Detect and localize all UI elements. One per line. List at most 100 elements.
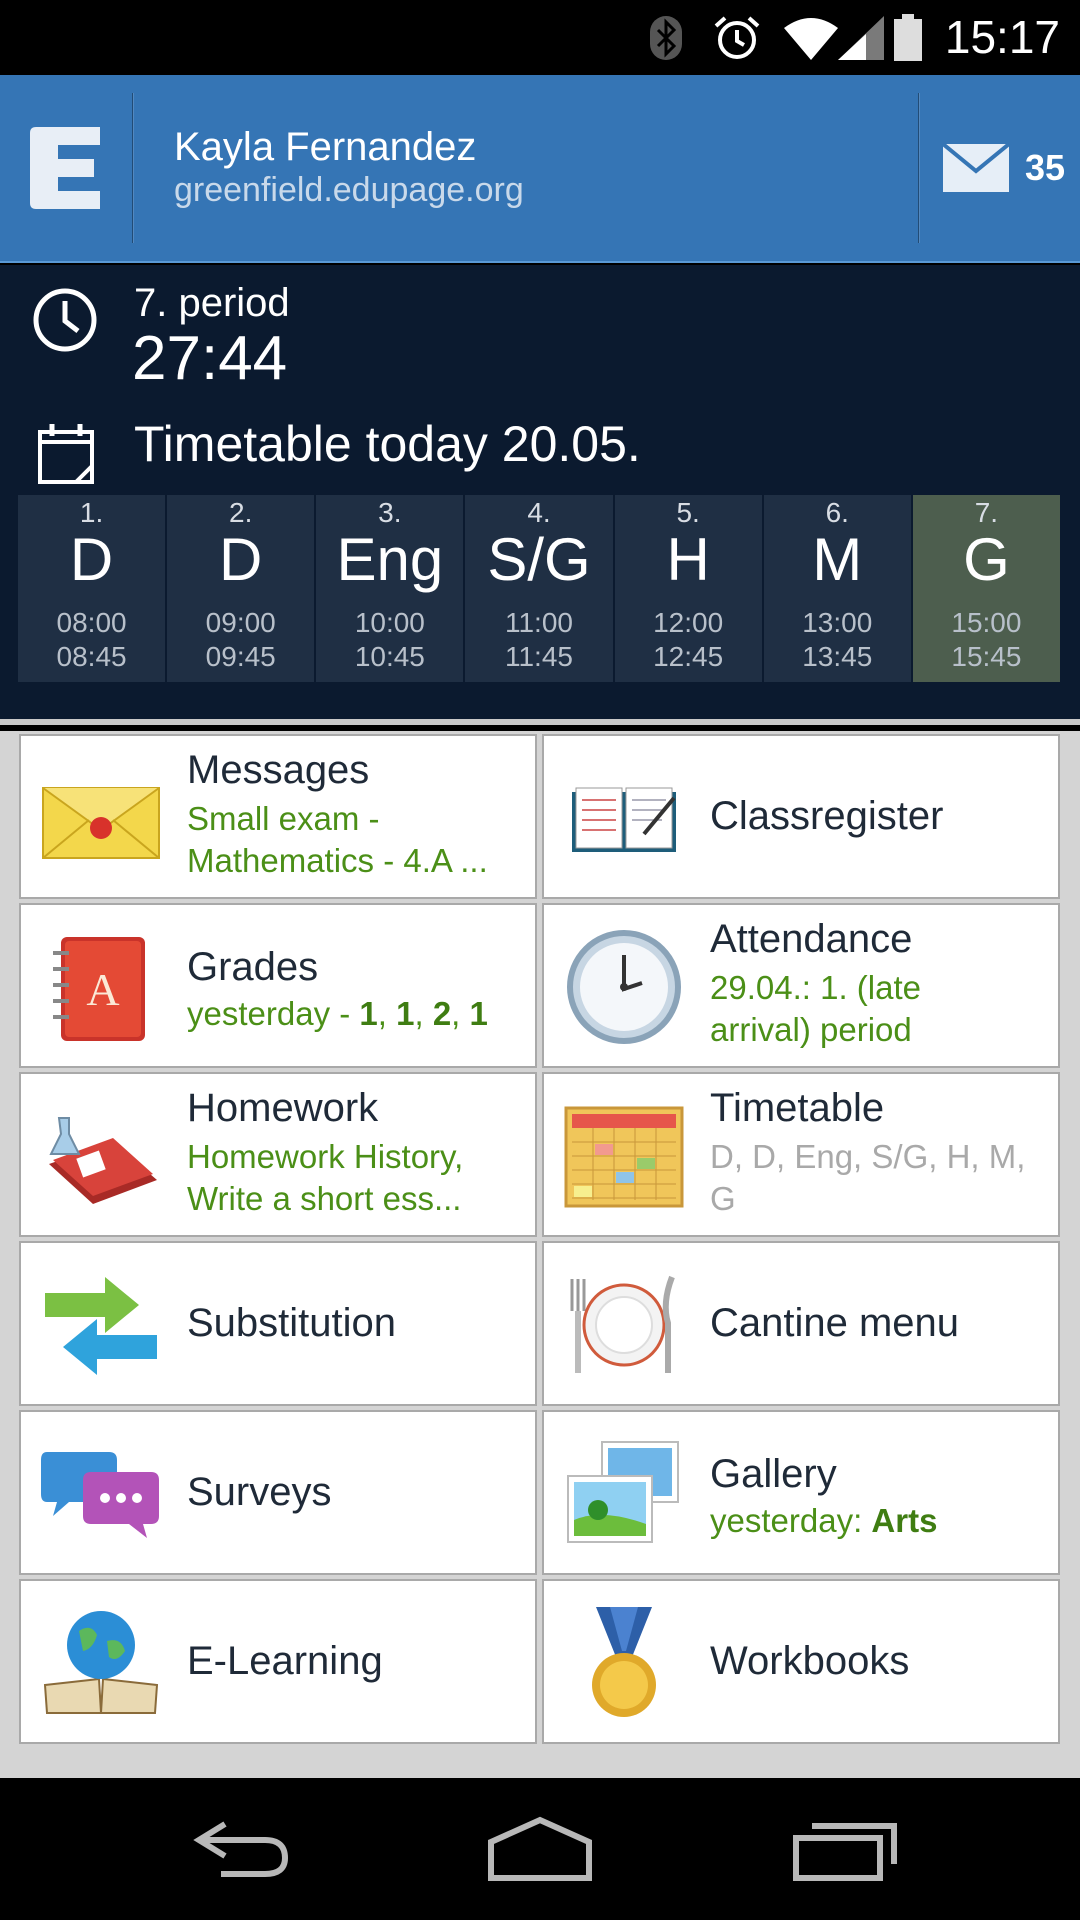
battery-icon [894,14,922,61]
tile-gallery[interactable]: Gallery yesterday: Arts [542,1410,1060,1575]
period-end: 15:45 [951,641,1022,672]
period-subject: H [666,526,710,593]
tile-title: Classregister [710,794,944,838]
recents-icon[interactable] [790,1814,900,1884]
tile-e-learning[interactable]: E-Learning [19,1579,537,1744]
period-subject: G [963,526,1010,593]
tile-subtitle: Homework History, [187,1138,464,1175]
globe-book-icon [43,1611,159,1714]
grade-separator: , [414,995,433,1032]
tile-subtitle: G [710,1180,736,1217]
period-subject: M [812,526,863,593]
back-icon[interactable] [185,1814,295,1884]
svg-text:A: A [86,964,119,1015]
header-divider [132,93,133,243]
book-icon [572,787,676,852]
wall-clock-icon [567,930,681,1044]
tile-title: E-Learning [187,1639,383,1683]
grade-separator: , [377,995,397,1032]
timetable-period[interactable]: 3. Eng 10:00 10:45 [316,495,466,682]
grade-value: 2 [432,995,452,1032]
gallery-album: Arts [871,1502,938,1539]
homework-icon [49,1117,157,1204]
period-start: 15:00 [951,607,1022,638]
medal-icon [592,1607,656,1717]
wifi-icon [784,18,838,60]
tile-subtitle: yesterday - 1, 1, 2, 1 [187,993,527,1035]
tile-homework[interactable]: Homework Homework History, Write a short… [19,1072,537,1237]
timetable-grid-icon [564,1106,684,1208]
status-bar: 15:17 [0,0,1080,75]
tile-title: Attendance [710,917,913,961]
tile-title: Messages [187,748,370,792]
period-subject: Eng [336,526,444,593]
gallery-prefix: yesterday: [710,1502,872,1539]
school-domain[interactable]: greenfield.edupage.org [174,171,524,210]
grades-book-icon: A [53,937,145,1041]
grade-value: 1 [469,995,488,1032]
plate-cutlery-icon [570,1275,675,1373]
tile-subtitle: Write a short ess... [187,1180,462,1217]
unread-count: 35 [1025,147,1066,188]
tile-messages[interactable]: Messages Small exam - Mathematics - 4.A … [19,734,537,899]
header-divider [918,93,919,243]
calendar-icon [38,424,94,484]
period-end: 10:45 [354,641,425,672]
tile-title: Workbooks [710,1639,910,1683]
period-panel: 7. period 27:44 Timetable today 20.05. 1… [0,265,1080,725]
tile-title: Cantine menu [710,1301,960,1345]
tile-classregister[interactable]: Classregister [542,734,1060,899]
grades-prefix: yesterday - [187,995,360,1032]
tile-surveys[interactable]: Surveys [19,1410,537,1575]
timetable-period[interactable]: 5. H 12:00 12:45 [614,495,764,682]
chat-bubbles-icon [41,1452,159,1538]
current-period-label: 7. period [134,281,290,325]
navigation-bar [0,1778,1080,1920]
user-name[interactable]: Kayla Fernandez [174,125,476,170]
tile-attendance[interactable]: Attendance 29.04.: 1. (late arrival) per… [542,903,1060,1068]
tile-cantine-menu[interactable]: Cantine menu [542,1241,1060,1406]
tile-timetable[interactable]: Timetable D, D, Eng, S/G, H, M, G [542,1072,1060,1237]
grade-value: 1 [396,995,415,1032]
tile-subtitle: Mathematics - 4.A ... [187,842,488,879]
period-subject: D [219,526,263,593]
tile-title: Timetable [710,1086,885,1130]
bluetooth-icon [650,16,682,60]
tile-title: Grades [187,945,319,989]
module-grid: Messages Small exam - Mathematics - 4.A … [0,731,1080,1778]
tile-subtitle: 29.04.: 1. (late [710,969,921,1006]
grade-value: 1 [359,995,378,1032]
tile-grades[interactable]: A Grades yesterday - 1, 1, 2, 1 [19,903,537,1068]
app-logo[interactable] [0,75,132,263]
timetable-period[interactable]: 2. D 09:00 09:45 [167,495,317,682]
period-start: 08:00 [56,607,127,638]
envelope-icon [42,787,160,859]
timetable-today-title[interactable]: Timetable today 20.05. [134,415,641,473]
tile-substitution[interactable]: Substitution [19,1241,537,1406]
period-end: 12:45 [653,641,724,672]
period-subject: D [69,526,114,593]
timetable-period[interactable]: 6. M 13:00 13:45 [763,495,913,682]
period-end: 09:45 [205,641,276,672]
period-start: 10:00 [354,607,425,638]
home-icon[interactable] [485,1814,595,1884]
tile-workbooks[interactable]: Workbooks [542,1579,1060,1744]
timetable-period-current[interactable]: 7. G 15:00 15:45 [912,495,1060,682]
tile-title: Gallery [710,1452,837,1496]
edupage-logo-icon [30,127,100,209]
period-end: 13:45 [802,641,873,672]
messages-button[interactable]: 35 [920,75,1080,263]
period-end: 08:45 [56,641,127,672]
period-countdown: 27:44 [132,324,288,393]
timetable-period[interactable]: 1. D 08:00 08:45 [18,495,168,682]
period-subject: S/G [487,526,591,593]
timetable-period[interactable]: 4. S/G 11:00 11:45 [465,495,615,682]
app-header: Kayla Fernandez greenfield.edupage.org 3… [0,75,1080,263]
tile-title: Homework [187,1086,379,1130]
signal-icon [838,16,884,60]
tile-subtitle: Small exam - [187,800,380,837]
timetable-strip: 1. D 08:00 08:45 2. D 09:00 09:45 3. Eng… [18,495,1060,682]
swap-arrows-icon [45,1277,157,1375]
tile-title: Substitution [187,1301,397,1345]
alarm-icon [714,16,760,59]
